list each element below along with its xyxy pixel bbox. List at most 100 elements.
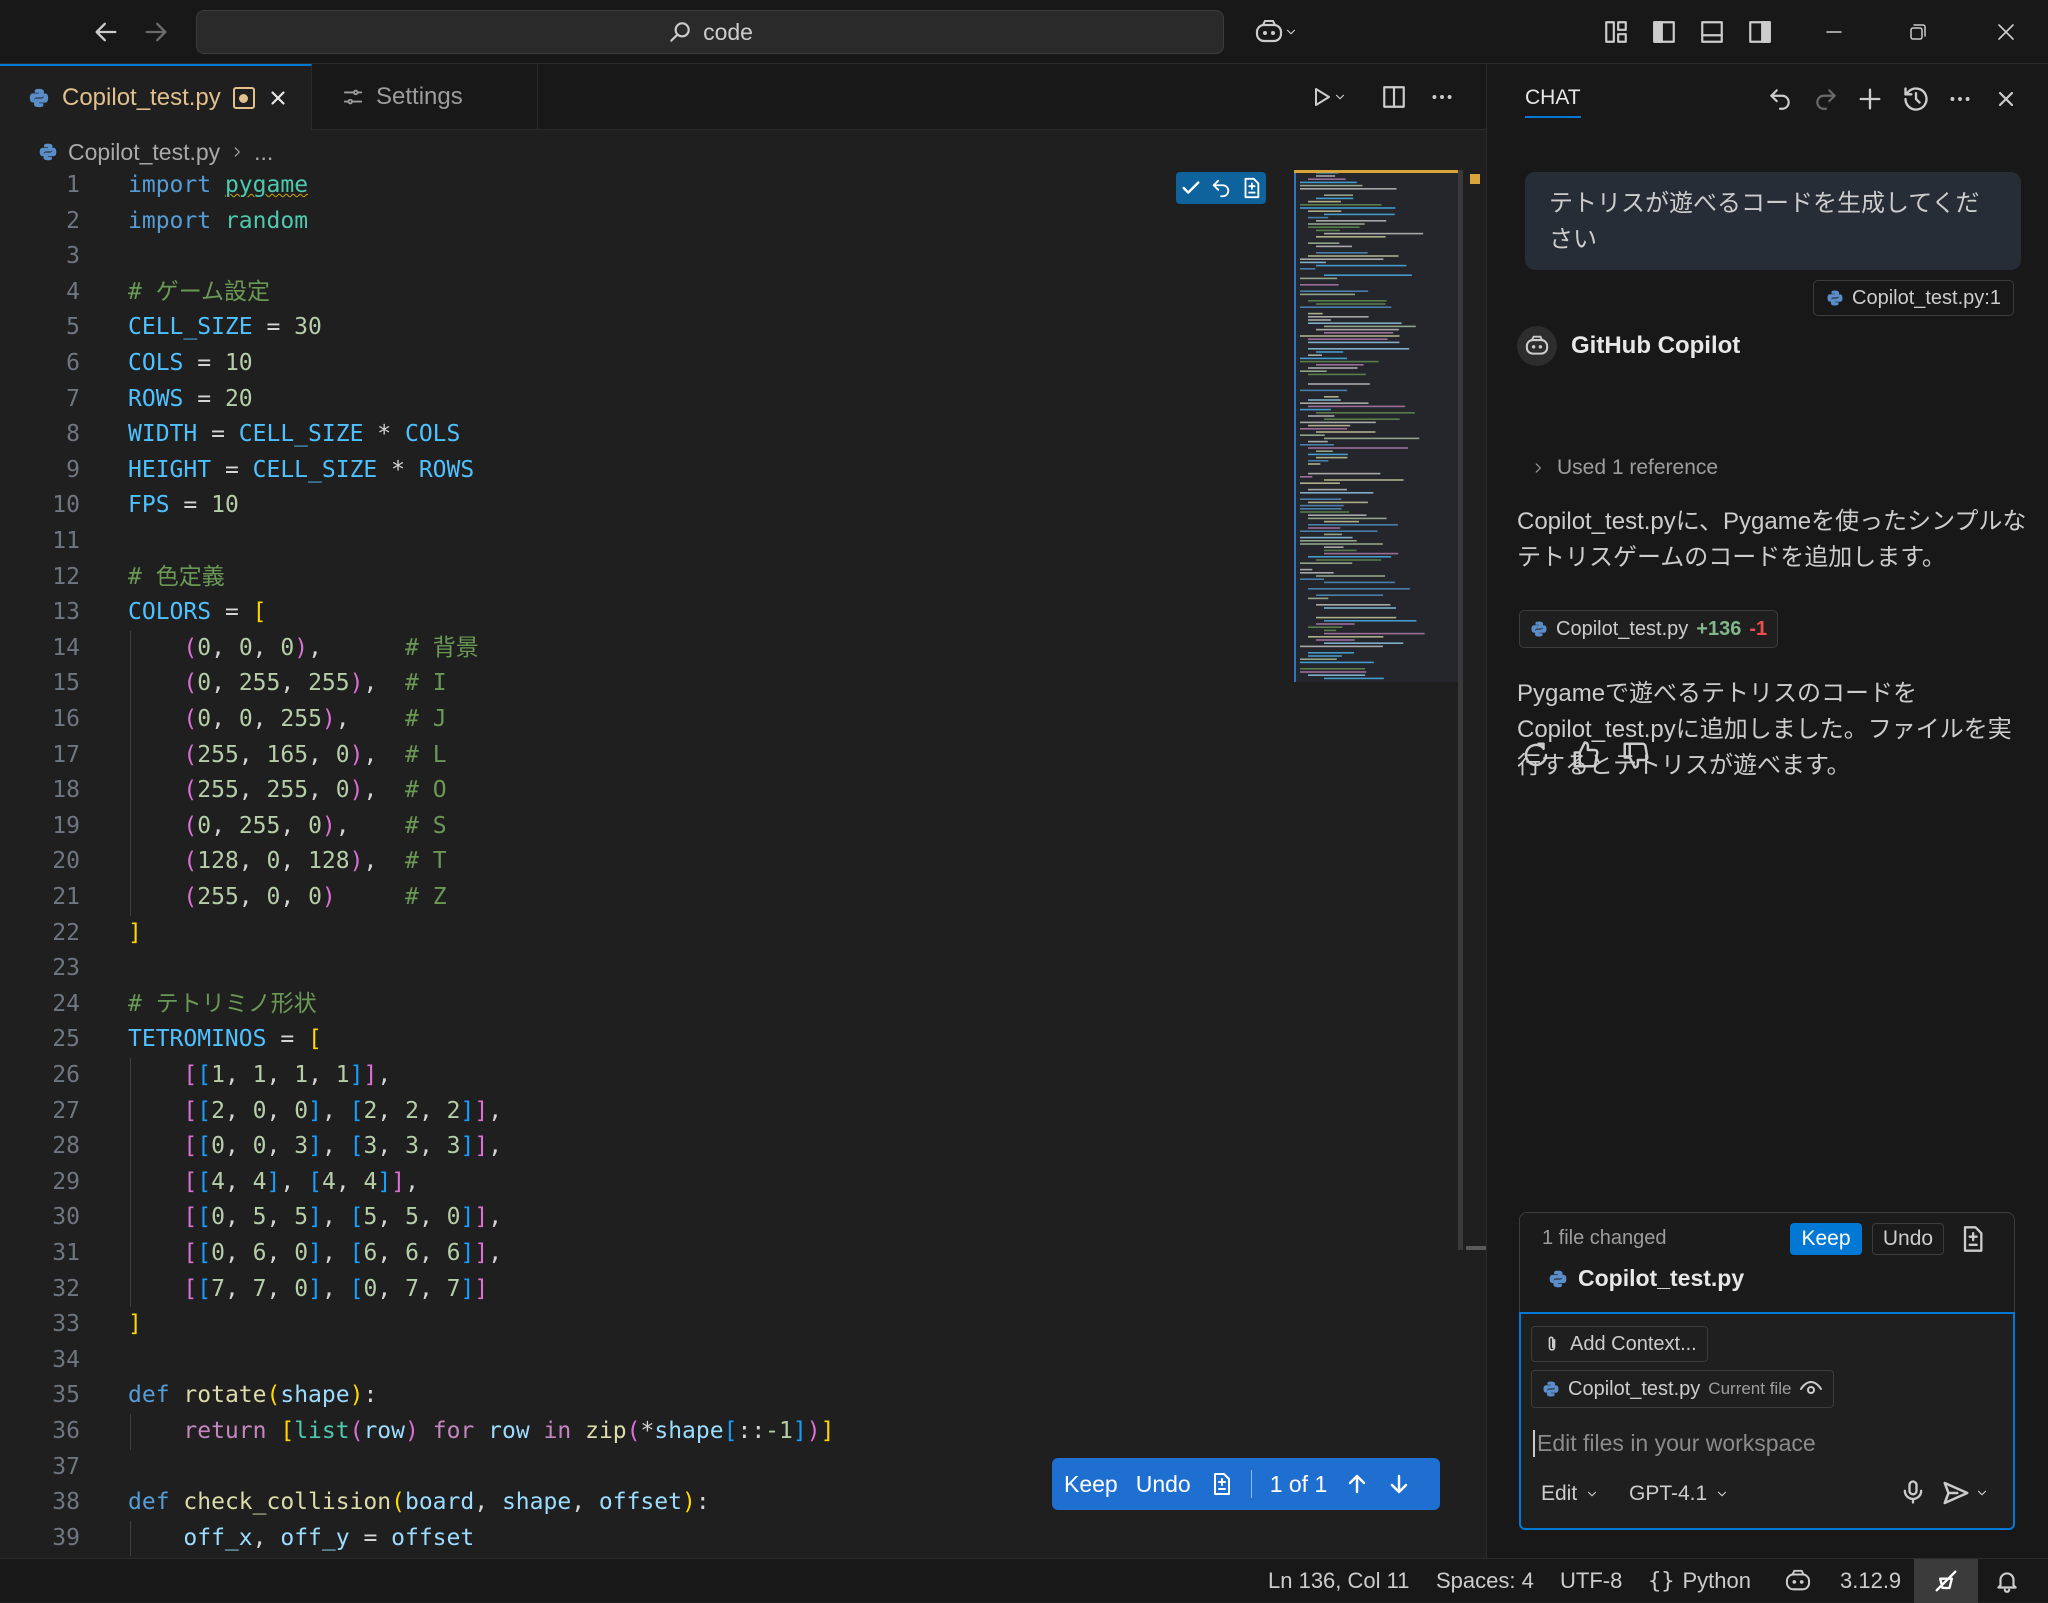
code-line[interactable]: 7 ROWS = 20 — [0, 382, 1290, 418]
code-line[interactable]: 32 [[7, 7, 0], [0, 7, 7]] — [0, 1272, 1290, 1308]
code-line[interactable]: 34 — [0, 1343, 1290, 1379]
undo-icon[interactable] — [1210, 177, 1232, 199]
send-button[interactable] — [1941, 1478, 1989, 1508]
code-line[interactable]: 19 (0, 255, 0), # S — [0, 809, 1290, 845]
command-center-search[interactable]: code — [196, 10, 1224, 54]
code-line[interactable]: 22] — [0, 916, 1290, 952]
current-file-chip[interactable]: Copilot_test.py Current file — [1531, 1370, 1835, 1408]
code-line[interactable]: 15 (0, 255, 255), # I — [0, 666, 1290, 702]
code-line[interactable]: 23 — [0, 951, 1290, 987]
code-line[interactable]: 10 FPS = 10 — [0, 488, 1290, 524]
code-line[interactable]: 27 [[2, 0, 0], [2, 2, 2]], — [0, 1094, 1290, 1130]
changed-file-item[interactable]: Copilot_test.py — [1548, 1265, 1744, 1292]
editor-scrollbar[interactable] — [1466, 170, 1486, 1250]
eye-icon[interactable] — [1799, 1377, 1823, 1401]
add-context-button[interactable]: Add Context... — [1531, 1326, 1708, 1362]
code-line[interactable]: 3 — [0, 239, 1290, 275]
code-line[interactable]: 39 off_x, off_y = offset — [0, 1521, 1290, 1557]
back-button[interactable] — [88, 14, 124, 50]
chat-history-button[interactable] — [1899, 82, 1933, 116]
review-keep-button[interactable]: Keep — [1064, 1471, 1118, 1498]
code-line[interactable]: 33] — [0, 1307, 1290, 1343]
accept-check-icon[interactable] — [1180, 177, 1202, 199]
code-line[interactable]: 12 # 色定義 — [0, 560, 1290, 596]
chat-redo-button[interactable] — [1809, 82, 1843, 116]
chat-undo-button[interactable] — [1763, 82, 1797, 116]
code-line[interactable]: 13 COLORS = [ — [0, 595, 1290, 631]
thumbs-up-icon[interactable] — [1571, 740, 1601, 770]
reference-chip[interactable]: Copilot_test.py:1 — [1813, 280, 2014, 316]
restore-button[interactable] — [1898, 14, 1938, 50]
diff-file-icon[interactable] — [1240, 177, 1262, 199]
code-line[interactable]: 4 # ゲーム設定 — [0, 275, 1290, 311]
code-line[interactable]: 6 COLS = 10 — [0, 346, 1290, 382]
keep-button[interactable]: Keep — [1790, 1223, 1862, 1255]
toggle-primary-sidebar-button[interactable] — [1646, 14, 1682, 50]
code-line[interactable]: 20 (128, 0, 128), # T — [0, 844, 1290, 880]
close-tab-icon[interactable] — [267, 87, 289, 109]
used-references-toggle[interactable]: Used 1 reference — [1531, 456, 1718, 480]
code-line[interactable]: 2 import random — [0, 204, 1290, 240]
code-line[interactable]: 8 WIDTH = CELL_SIZE * COLS — [0, 417, 1290, 453]
new-chat-button[interactable] — [1853, 82, 1887, 116]
code-editor[interactable]: 1 import pygame 2 import random 3 4 # ゲーム設定 5 CE… — [0, 168, 1290, 1558]
close-window-button[interactable] — [1986, 14, 2026, 50]
indentation[interactable]: Spaces: 4 — [1436, 1559, 1534, 1603]
cursor-position[interactable]: Ln 136, Col 11 — [1268, 1559, 1409, 1603]
minimize-button[interactable] — [1814, 14, 1854, 50]
thumbs-down-icon[interactable] — [1621, 740, 1651, 770]
encoding[interactable]: UTF-8 — [1560, 1559, 1622, 1603]
retry-icon[interactable] — [1521, 740, 1551, 770]
undo-button[interactable]: Undo — [1872, 1223, 1944, 1255]
mode-dropdown[interactable]: Edit — [1541, 1482, 1599, 1506]
copilot-status[interactable] — [1784, 1559, 1812, 1603]
copilot-disabled-status[interactable] — [1914, 1559, 1978, 1603]
arrow-down-icon[interactable] — [1387, 1472, 1411, 1496]
more-actions-button[interactable] — [1424, 79, 1460, 115]
minimap-slider[interactable] — [1458, 170, 1463, 1250]
minimap[interactable] — [1294, 170, 1462, 682]
close-chat-button[interactable] — [1989, 82, 2023, 116]
chat-input[interactable]: Edit files in your workspace — [1533, 1430, 1816, 1457]
code-line[interactable]: 28 [[0, 0, 3], [3, 3, 3]], — [0, 1129, 1290, 1165]
code-line[interactable]: 21 (255, 0, 0) # Z — [0, 880, 1290, 916]
chat-more-button[interactable] — [1943, 82, 1977, 116]
breadcrumb-file[interactable]: Copilot_test.py — [68, 139, 220, 166]
chat-title[interactable]: CHAT — [1525, 86, 1581, 118]
code-line[interactable]: 11 — [0, 524, 1290, 560]
diff-file-icon[interactable] — [1209, 1472, 1233, 1496]
review-undo-button[interactable]: Undo — [1136, 1471, 1191, 1498]
forward-button[interactable] — [138, 14, 174, 50]
breadcrumb-symbols[interactable]: ... — [254, 139, 273, 166]
code-line[interactable]: 25 TETROMINOS = [ — [0, 1022, 1290, 1058]
run-python-button[interactable] — [1302, 79, 1354, 115]
code-line[interactable]: 36 return [list(row) for row in zip(*sha… — [0, 1414, 1290, 1450]
split-editor-button[interactable] — [1376, 79, 1412, 115]
notifications-button[interactable] — [1994, 1559, 2020, 1603]
code-line[interactable]: 5 CELL_SIZE = 30 — [0, 310, 1290, 346]
toggle-panel-button[interactable] — [1694, 14, 1730, 50]
python-interpreter[interactable]: 3.12.9 — [1840, 1559, 1901, 1603]
toggle-secondary-sidebar-button[interactable] — [1742, 14, 1778, 50]
code-line[interactable]: 35 def rotate(shape): — [0, 1378, 1290, 1414]
arrow-up-icon[interactable] — [1345, 1472, 1369, 1496]
code-line[interactable]: 9 HEIGHT = CELL_SIZE * ROWS — [0, 453, 1290, 489]
language-mode[interactable]: {} Python — [1648, 1559, 1751, 1603]
code-line[interactable]: 26 [[1, 1, 1, 1]], — [0, 1058, 1290, 1094]
code-line[interactable]: 29 [[4, 4], [4, 4]], — [0, 1165, 1290, 1201]
scroll-thumb[interactable] — [1466, 1246, 1486, 1250]
code-line[interactable]: 1 import pygame — [0, 168, 1290, 204]
tab-copilot-test[interactable]: Copilot_test.py — [0, 64, 312, 130]
code-line[interactable]: 31 [[0, 6, 0], [6, 6, 6]], — [0, 1236, 1290, 1272]
code-line[interactable]: 30 [[0, 5, 5], [5, 5, 0]], — [0, 1200, 1290, 1236]
code-line[interactable]: 17 (255, 165, 0), # L — [0, 738, 1290, 774]
code-line[interactable]: 18 (255, 255, 0), # O — [0, 773, 1290, 809]
code-line[interactable]: 16 (0, 0, 255), # J — [0, 702, 1290, 738]
code-line[interactable]: 24 # テトリミノ形状 — [0, 987, 1290, 1023]
voice-input-button[interactable] — [1899, 1478, 1927, 1506]
file-change-chip[interactable]: Copilot_test.py +136 -1 — [1519, 610, 1779, 648]
customize-layout-button[interactable] — [1598, 14, 1634, 50]
tab-settings[interactable]: Settings — [312, 64, 538, 130]
diff-file-icon[interactable] — [1958, 1225, 1986, 1253]
code-line[interactable]: 14 (0, 0, 0), # 背景 — [0, 631, 1290, 667]
